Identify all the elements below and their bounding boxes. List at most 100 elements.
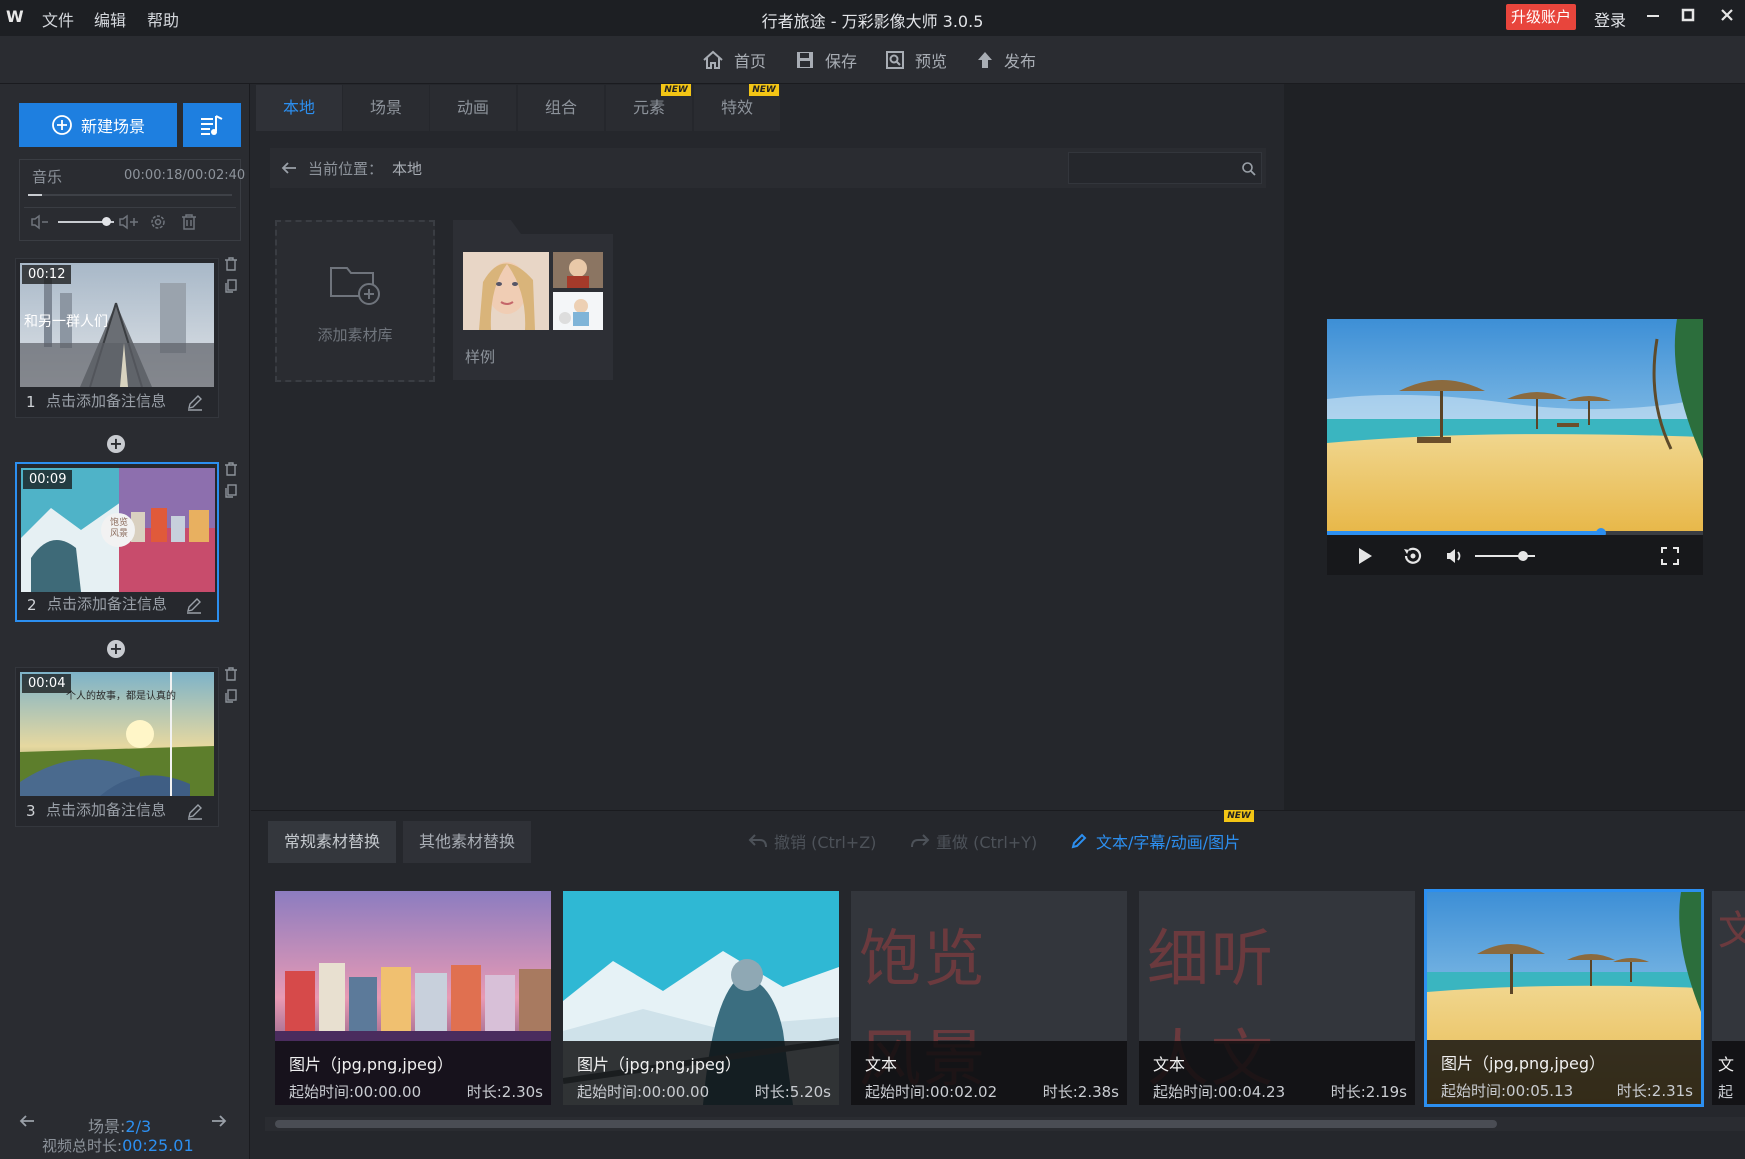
copy-icon[interactable]	[224, 278, 238, 294]
home-button[interactable]: 首页	[702, 46, 766, 74]
edit-pencil-icon[interactable]	[185, 596, 203, 614]
back-arrow-icon[interactable]	[280, 160, 298, 176]
tab-local[interactable]: 本地	[256, 85, 342, 131]
replay-icon[interactable]	[1402, 545, 1424, 567]
play-icon[interactable]	[1357, 547, 1373, 565]
path-value: 本地	[392, 160, 423, 178]
add-scene-between-button[interactable]: +	[107, 640, 125, 658]
scene-card-2[interactable]: 饱览风景 00:09 2 点击添加备注信息	[15, 462, 219, 622]
menu-edit[interactable]: 编辑	[94, 7, 126, 31]
replace-card-duration: 时长:5.20s	[754, 1083, 831, 1101]
scene-list-button[interactable]	[183, 103, 241, 147]
replace-card-info: 文本 起始时间:00:04.23 时长:2.19s	[1139, 1041, 1415, 1105]
player-volume-knob[interactable]	[1518, 551, 1528, 561]
replace-card-4[interactable]: 细听 人文 文本 起始时间:00:04.23 时长:2.19s	[1139, 891, 1415, 1105]
tab-combination[interactable]: 组合	[518, 85, 604, 131]
text-subtitle-edit-button[interactable]: 文本/字幕/动画/图片	[1070, 829, 1240, 853]
tab-other-replace[interactable]: 其他素材替换	[403, 821, 531, 863]
add-library-tile[interactable]: 添加素材库	[275, 220, 435, 382]
music-label: 音乐	[32, 168, 63, 186]
copy-icon[interactable]	[224, 688, 238, 704]
scene-2-actions	[224, 461, 238, 503]
preview-icon	[886, 51, 904, 69]
minimize-button[interactable]	[1641, 4, 1665, 30]
replace-card-type: 图片（jpg,png,jpeg）	[577, 1055, 741, 1074]
replace-card-6[interactable]: 文 文 起	[1712, 891, 1745, 1105]
copy-icon[interactable]	[224, 483, 238, 499]
settings-gear-icon[interactable]	[148, 212, 168, 232]
volume-up-icon[interactable]	[118, 213, 140, 231]
scene-note-input[interactable]: 点击添加备注信息	[47, 593, 167, 614]
replace-card-info: 图片（jpg,png,jpeg） 起始时间:00:00.00 时长:5.20s	[563, 1041, 839, 1105]
close-button[interactable]	[1715, 4, 1739, 30]
replace-card-5[interactable]: 图片（jpg,png,jpeg） 起始时间:00:05.13 时长:2.31s	[1424, 889, 1704, 1107]
fullscreen-icon[interactable]	[1661, 547, 1679, 565]
login-link[interactable]: 登录	[1594, 7, 1626, 31]
scene-duration: 00:04	[22, 674, 72, 693]
list-music-icon	[201, 115, 223, 135]
scene-note-input[interactable]: 点击添加备注信息	[46, 390, 166, 411]
replace-card-type: 图片（jpg,png,jpeg）	[1441, 1054, 1605, 1073]
replace-card-info: 图片（jpg,png,jpeg） 起始时间:00:00.00 时长:2.30s	[275, 1041, 551, 1105]
next-scene-arrow-icon[interactable]	[210, 1113, 228, 1129]
search-icon[interactable]	[1241, 161, 1257, 177]
trash-icon[interactable]	[224, 461, 238, 477]
library-panel	[251, 84, 1283, 810]
redo-button[interactable]: 重做 (Ctrl+Y)	[910, 829, 1037, 853]
title-bar: W 文件 编辑 帮助 行者旅途 - 万彩影像大师 3.0.5 升级账户 登录	[0, 0, 1745, 36]
tab-scene[interactable]: 场景	[343, 85, 429, 131]
scene-card-3[interactable]: 个人的故事，都是认真的 00:04 3 点击添加备注信息	[15, 667, 219, 827]
redo-icon	[911, 834, 930, 848]
undo-label: 撤销 (Ctrl+Z)	[774, 833, 877, 852]
prev-scene-arrow-icon[interactable]	[18, 1113, 36, 1129]
minimize-icon	[1647, 15, 1659, 17]
edit-pencil-icon[interactable]	[186, 393, 204, 411]
publish-button[interactable]: 发布	[976, 46, 1036, 74]
trash-icon[interactable]	[224, 256, 238, 272]
redo-label: 重做 (Ctrl+Y)	[936, 833, 1038, 852]
trash-icon[interactable]	[180, 212, 198, 232]
scene-overlay-text: 和另一群人们	[24, 314, 108, 330]
replace-card-3[interactable]: 饱览 风景 文本 起始时间:00:02.02 时长:2.38s	[851, 891, 1127, 1105]
preview-button[interactable]: 预览	[885, 46, 947, 74]
menu-help[interactable]: 帮助	[147, 7, 179, 31]
edit-pencil-icon[interactable]	[186, 802, 204, 820]
volume-icon[interactable]	[1445, 547, 1465, 565]
total-duration-label: 视频总时长:	[42, 1137, 123, 1155]
scene-card-1[interactable]: 和另一群人们 00:12 1 点击添加备注信息	[15, 258, 219, 418]
replace-card-info: 图片（jpg,png,jpeg） 起始时间:00:05.13 时长:2.31s	[1427, 1040, 1701, 1104]
replace-card-type: 文	[1718, 1055, 1735, 1074]
trash-icon[interactable]	[224, 666, 238, 682]
replace-card-1[interactable]: 图片（jpg,png,jpeg） 起始时间:00:00.00 时长:2.30s	[275, 891, 551, 1105]
scene-note-input[interactable]: 点击添加备注信息	[46, 799, 166, 820]
library-search-input[interactable]	[1068, 152, 1262, 184]
horizontal-scrollbar[interactable]	[265, 1117, 1745, 1131]
replace-card-start: 起始时间:00:05.13	[1441, 1082, 1574, 1100]
tab-animation[interactable]: 动画	[430, 85, 516, 131]
text-line: 细听	[1147, 922, 1276, 995]
sample-folder-tile[interactable]: 样例	[453, 220, 613, 380]
replace-card-duration: 时长:2.38s	[1042, 1083, 1119, 1101]
music-progress-track[interactable]	[28, 194, 232, 196]
video-player[interactable]	[1327, 319, 1703, 575]
volume-down-icon[interactable]	[30, 213, 50, 231]
upgrade-account-button[interactable]: 升级账户	[1506, 4, 1576, 30]
save-label: 保存	[825, 52, 858, 71]
scene-overlay-text: 饱览风景	[109, 518, 128, 539]
undo-button[interactable]: 撤销 (Ctrl+Z)	[748, 829, 876, 853]
replace-card-2[interactable]: 图片（jpg,png,jpeg） 起始时间:00:00.00 时长:5.20s	[563, 891, 839, 1105]
menu-file[interactable]: 文件	[42, 7, 74, 31]
maximize-button[interactable]	[1676, 4, 1700, 30]
scene-counter-value: 2/3	[125, 1117, 152, 1136]
tab-regular-replace[interactable]: 常规素材替换	[268, 821, 396, 863]
replace-card-type: 文本	[865, 1055, 898, 1074]
home-label: 首页	[734, 52, 767, 71]
music-volume-knob[interactable]	[101, 217, 111, 226]
add-scene-between-button[interactable]: +	[107, 435, 125, 453]
sample-thumbnail-child	[553, 252, 603, 288]
save-button[interactable]: 保存	[795, 46, 857, 74]
scrollbar-thumb[interactable]	[275, 1120, 1497, 1128]
replace-card-duration: 时长:2.30s	[466, 1083, 543, 1101]
scene-overlay-text: 个人的故事，都是认真的	[66, 691, 176, 702]
new-scene-button[interactable]: 新建场景	[19, 103, 177, 147]
